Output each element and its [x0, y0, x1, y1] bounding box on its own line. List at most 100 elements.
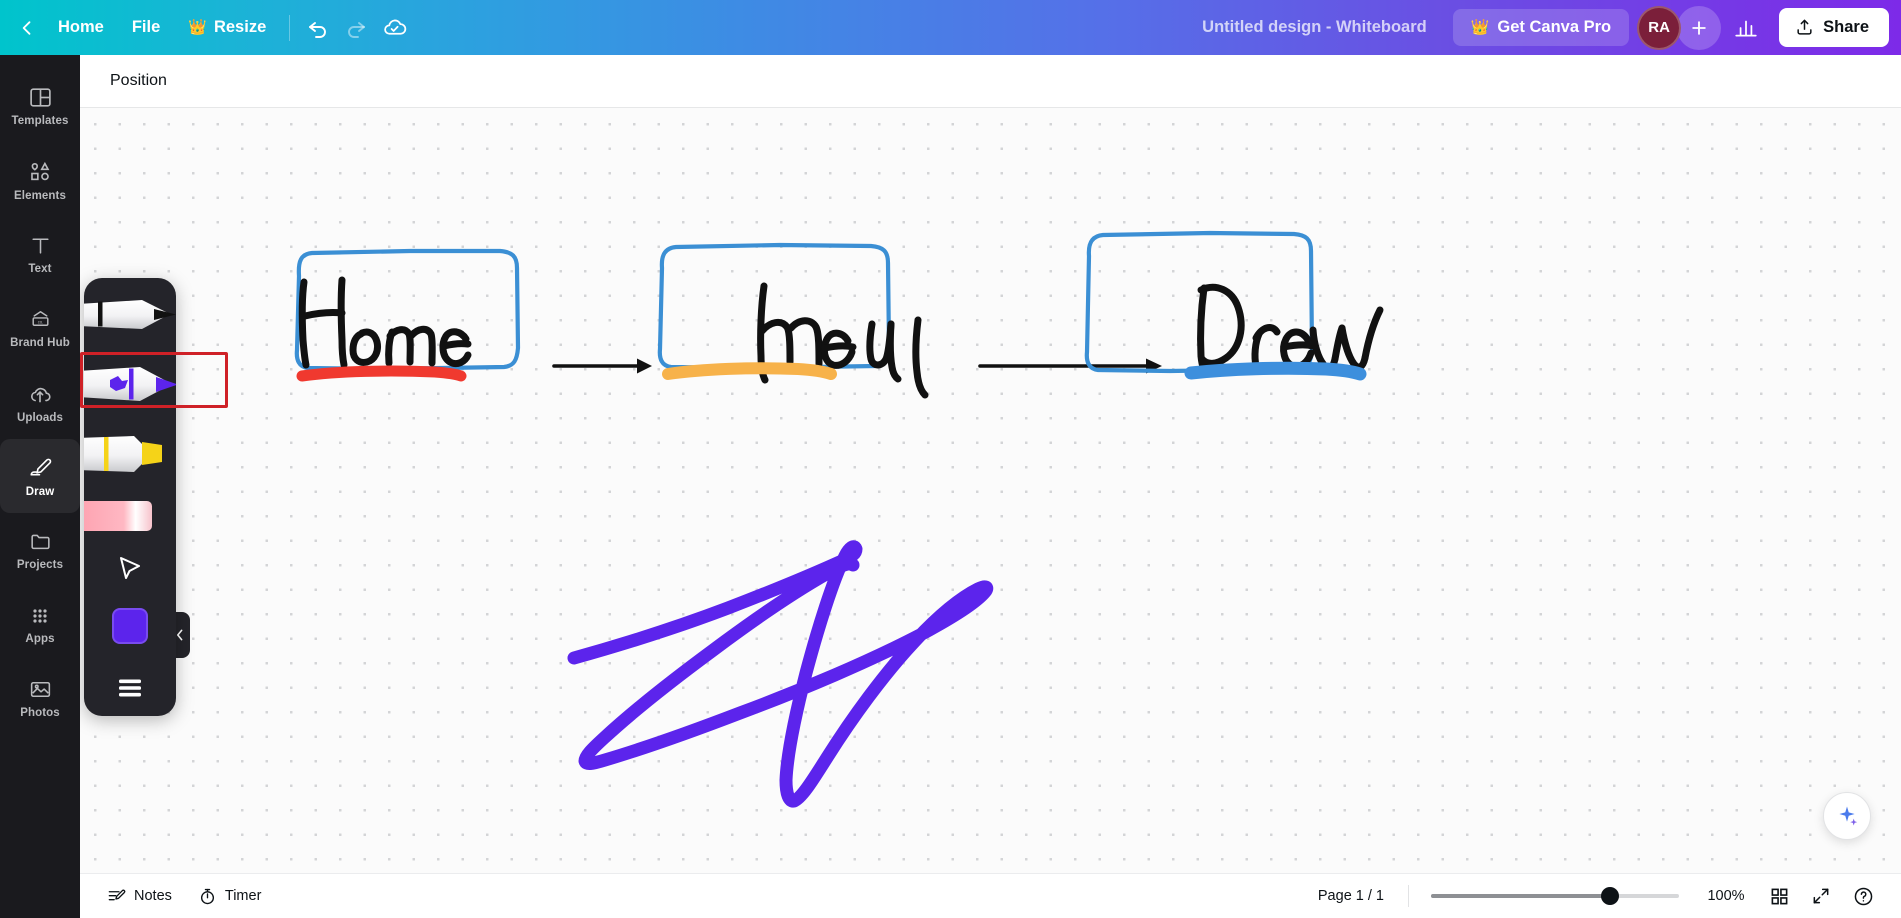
resize-button[interactable]: 👑 Resize: [174, 10, 280, 45]
pen-tool[interactable]: [78, 282, 176, 348]
underline-red: [296, 365, 467, 382]
add-collaborator-button[interactable]: [1677, 5, 1722, 50]
text-icon: [31, 238, 49, 254]
stroke-settings-button[interactable]: [84, 664, 176, 712]
sidebar-item-label: Draw: [25, 485, 55, 498]
brand-hub-icon: co.: [31, 311, 49, 326]
crown-icon: 👑: [1470, 19, 1490, 36]
elements-icon: [31, 161, 50, 180]
plus-icon: [1692, 20, 1706, 35]
help-button[interactable]: [1845, 878, 1881, 914]
sidebar-item-label: Text: [28, 263, 52, 275]
eraser-tool[interactable]: [78, 490, 176, 542]
sidebar-item-label: Projects: [16, 559, 64, 571]
zoom-slider-fill: [1431, 894, 1611, 898]
notes-label: Notes: [134, 888, 172, 904]
sidebar-item-uploads[interactable]: Uploads: [0, 365, 80, 439]
highlighter-tool[interactable]: [78, 422, 176, 488]
top-toolbar: Home File 👑 Resize Untitled design - Whi…: [0, 0, 1901, 55]
resize-label: Resize: [213, 18, 267, 36]
insights-button[interactable]: [1727, 9, 1765, 47]
undo-button[interactable]: [299, 9, 337, 47]
crown-icon: 👑: [188, 19, 207, 36]
drawing-box-menu[interactable]: [657, 242, 929, 399]
position-button[interactable]: Position: [98, 64, 179, 98]
cloud-saved-button[interactable]: [375, 9, 413, 47]
menu-lines-icon: [119, 679, 141, 697]
zoom-level-value[interactable]: 100%: [1697, 888, 1755, 904]
fullscreen-icon: [1813, 888, 1829, 904]
zoom-slider-knob[interactable]: [1601, 887, 1619, 905]
sidebar-item-photos[interactable]: Photos: [0, 661, 80, 735]
whiteboard-canvas[interactable]: [80, 108, 1901, 873]
sidebar-item-apps[interactable]: Apps: [0, 587, 80, 661]
bottom-toolbar-left: Notes Timer: [80, 880, 272, 913]
sidebar-item-brand-hub[interactable]: co. Brand Hub: [0, 291, 80, 365]
redo-button[interactable]: [337, 9, 375, 47]
sidebar-item-label: Photos: [20, 707, 60, 719]
handwriting-draw: [1197, 283, 1384, 378]
cursor-tool[interactable]: [84, 540, 176, 596]
get-pro-label: Get Canva Pro: [1497, 18, 1612, 36]
top-toolbar-left: Home File 👑 Resize: [0, 0, 413, 55]
arrow-home-to-menu[interactable]: [552, 358, 652, 374]
marker-tool-icon: [78, 367, 178, 401]
zoom-slider[interactable]: [1431, 886, 1679, 906]
notes-button[interactable]: Notes: [96, 880, 183, 913]
whiteboard-drawing: [294, 230, 1384, 808]
notes-icon: [108, 889, 126, 900]
help-icon: [1854, 887, 1872, 905]
upload-icon: [1797, 19, 1812, 35]
context-toolbar: Position: [80, 55, 1901, 108]
uploads-cloud-icon: [31, 387, 51, 402]
home-label: Home: [58, 18, 104, 36]
bottom-divider: [1408, 885, 1409, 907]
stroke-color-swatch[interactable]: [112, 608, 148, 644]
timer-icon: [200, 888, 214, 904]
document-title-input[interactable]: Untitled design - Whiteboard: [1190, 11, 1439, 44]
avatar[interactable]: RA: [1637, 5, 1682, 50]
bottom-toolbar: Notes Timer Page 1 / 1 100%: [80, 873, 1901, 918]
sidebar-item-label: Elements: [14, 189, 66, 202]
page-indicator[interactable]: Page 1 / 1: [1304, 888, 1398, 904]
drawing-box-draw[interactable]: [1084, 230, 1384, 381]
marker-tool[interactable]: [78, 352, 178, 418]
sidebar-item-label: Templates: [11, 115, 69, 127]
bottom-toolbar-right: Page 1 / 1 100%: [1304, 878, 1901, 914]
sidebar-item-projects[interactable]: Projects: [0, 513, 80, 587]
draw-pen-icon: [30, 458, 52, 476]
undo-icon: [309, 21, 327, 38]
sidebar-item-label: Brand Hub: [10, 337, 70, 349]
sidebar-item-templates[interactable]: Templates: [0, 69, 80, 143]
top-toolbar-right: RA Share: [1637, 5, 1901, 50]
file-menu-button[interactable]: File: [118, 10, 174, 45]
share-button[interactable]: Share: [1779, 8, 1889, 47]
handwriting-menu: [757, 282, 929, 399]
sidebar-item-label: Apps: [25, 632, 55, 645]
back-button[interactable]: [10, 11, 44, 45]
handwriting-home: [298, 276, 472, 369]
sidebar-item-draw[interactable]: Draw: [0, 439, 80, 513]
folder-icon: [30, 534, 50, 550]
draw-tools-panel: [78, 278, 178, 716]
chevron-left-icon: [176, 629, 183, 641]
cursor-arrow-icon: [120, 557, 140, 579]
pen-tool-icon: [78, 300, 176, 329]
timer-label: Timer: [224, 888, 262, 904]
home-button[interactable]: Home: [44, 10, 118, 45]
purple-star-scribble[interactable]: [567, 540, 994, 808]
toolbar-divider-1: [289, 14, 291, 41]
underline-blue: [1184, 361, 1367, 381]
apps-grid-icon: [33, 608, 47, 623]
fullscreen-button[interactable]: [1803, 878, 1839, 914]
ai-assistant-button[interactable]: [1823, 792, 1871, 840]
get-canva-pro-button[interactable]: 👑 Get Canva Pro: [1452, 9, 1630, 46]
drawing-box-home[interactable]: [294, 248, 521, 382]
eraser-tool-icon: [78, 501, 152, 531]
photos-icon: [30, 681, 50, 698]
sidebar-item-elements[interactable]: Elements: [0, 143, 80, 217]
grid-view-button[interactable]: [1761, 878, 1797, 914]
sidebar-item-text[interactable]: Text: [0, 217, 80, 291]
timer-button[interactable]: Timer: [187, 880, 273, 913]
highlighter-tool-icon: [78, 436, 162, 472]
